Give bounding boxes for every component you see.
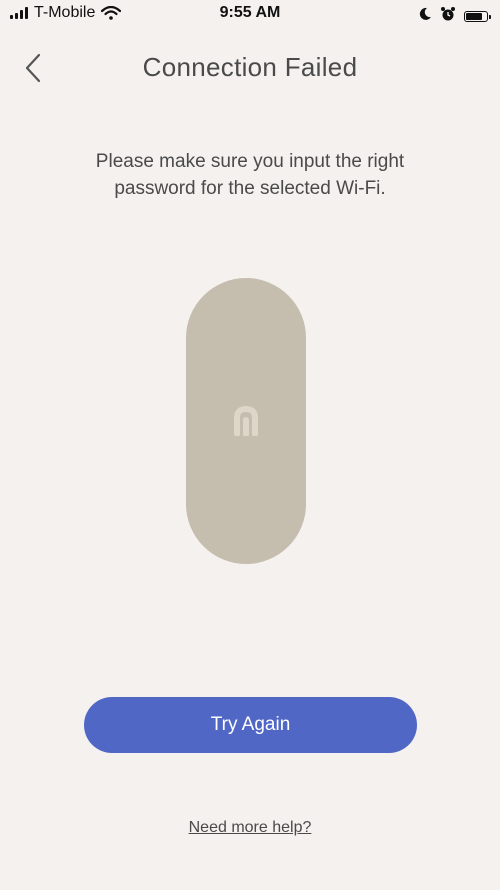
battery-icon	[464, 11, 491, 22]
status-bar: T-Mobile 9:55 AM	[0, 0, 500, 30]
status-right	[418, 6, 491, 27]
need-help-link[interactable]: Need more help?	[0, 819, 500, 837]
moon-icon	[418, 7, 432, 26]
instruction-message: Please make sure you input the right pas…	[95, 151, 405, 199]
device-illustration	[186, 278, 306, 564]
try-again-button[interactable]: Try Again	[84, 697, 417, 753]
alarm-icon	[440, 6, 456, 27]
device-logo-icon	[234, 406, 258, 436]
page-title: Connection Failed	[142, 52, 358, 82]
nav-bar: Connection Failed	[0, 42, 500, 92]
